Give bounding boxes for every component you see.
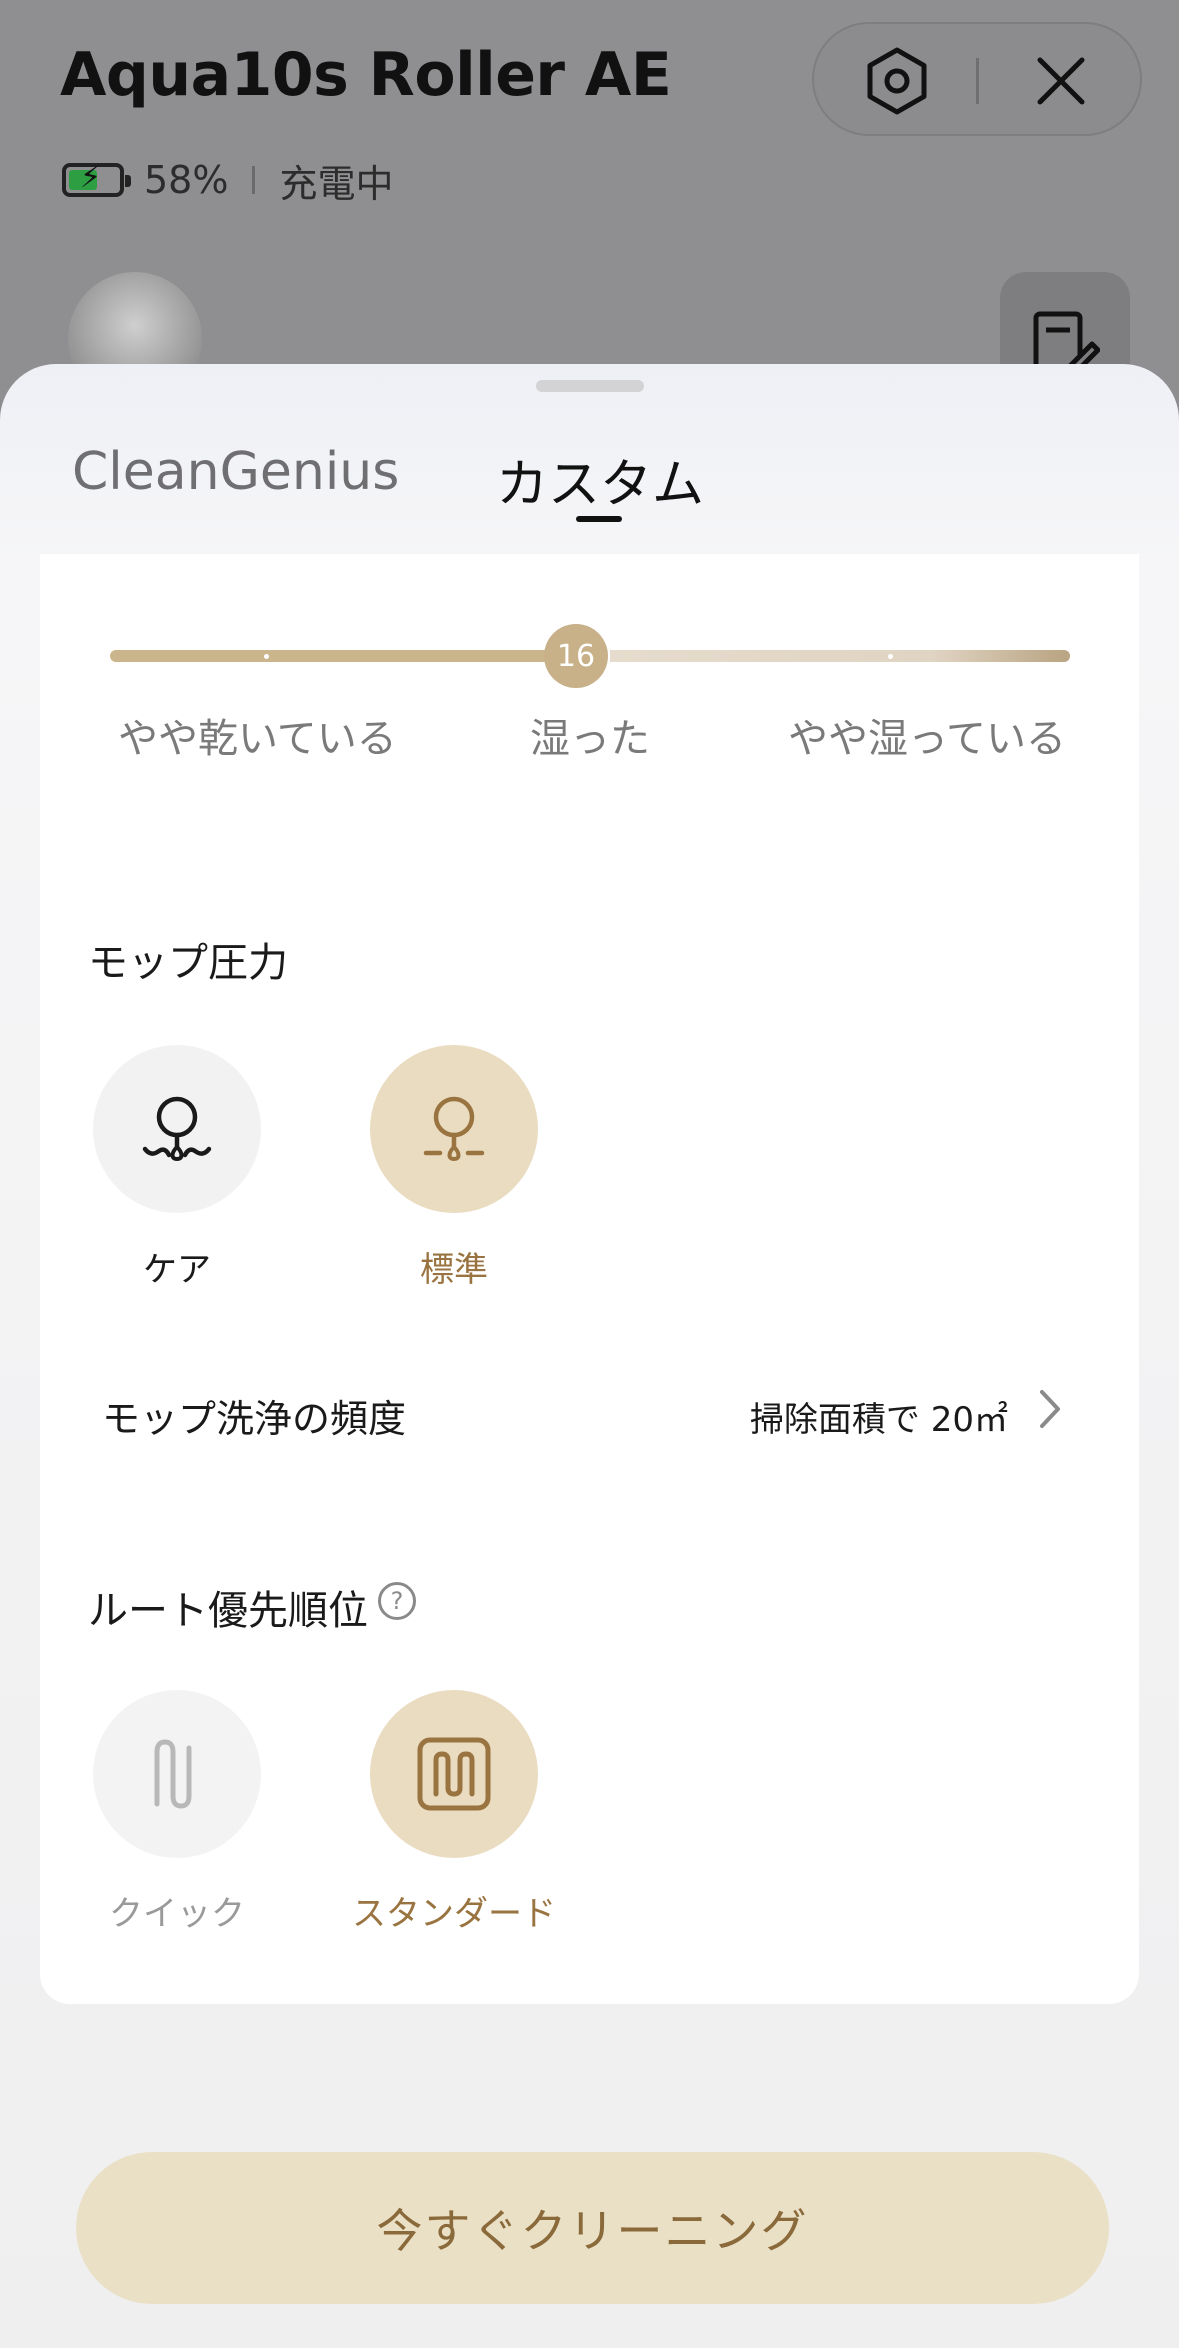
mop-wash-frequency-value: 掃除面積で 20㎡ <box>749 1400 1008 1440</box>
slider-track-remaining <box>610 650 1070 662</box>
device-title: Aqua10s Roller AE <box>60 40 672 110</box>
settings-icon[interactable] <box>862 46 932 116</box>
mop-pressure-title: モップ圧力 <box>88 940 288 986</box>
active-tab-indicator <box>576 516 622 522</box>
charging-status: 充電中 <box>279 161 394 206</box>
divider <box>252 166 256 194</box>
route-option-standard[interactable] <box>370 1690 538 1858</box>
mop-wash-frequency-label: モップ洗浄の頻度 <box>102 1397 407 1441</box>
quick-route-icon <box>154 1739 192 1809</box>
standard-route-icon <box>417 1737 491 1811</box>
battery-status-row: ⚡ 58% 充電中 <box>62 150 393 210</box>
mop-wash-frequency-row[interactable]: モップ洗浄の頻度 掃除面積で 20㎡ <box>102 1380 1078 1441</box>
pressure-option-standard-label: 標準 <box>420 1250 488 1290</box>
battery-percent: 58% <box>144 158 229 202</box>
battery-icon: ⚡ <box>62 160 131 197</box>
moisture-label-wet: 湿った <box>530 716 650 762</box>
slider-tick <box>888 654 893 659</box>
tab-cleangenius[interactable]: CleanGenius <box>72 442 399 502</box>
top-actions-pill <box>812 22 1142 136</box>
chevron-right-icon <box>1040 1390 1060 1428</box>
standard-pressure-icon <box>423 1096 485 1162</box>
charging-bolt-icon: ⚡ <box>80 160 102 195</box>
route-option-quick-label: クイック <box>109 1894 245 1934</box>
slider-tick <box>264 654 269 659</box>
pressure-option-care-label: ケア <box>143 1250 211 1290</box>
care-pressure-icon <box>142 1096 212 1162</box>
tab-custom[interactable]: カスタム <box>496 442 704 517</box>
moisture-label-slightly-dry: やや乾いている <box>118 716 397 762</box>
pressure-option-care[interactable] <box>93 1045 261 1213</box>
route-option-quick[interactable] <box>93 1690 261 1858</box>
slider-knob[interactable]: 16 <box>544 624 608 688</box>
close-icon[interactable] <box>1026 46 1096 116</box>
pressure-option-standard[interactable] <box>370 1045 538 1213</box>
route-option-standard-label: スタンダード <box>352 1894 556 1934</box>
route-priority-title: ルート優先順位 <box>88 1588 368 1634</box>
moisture-label-slightly-wet: やや湿っている <box>788 716 1066 762</box>
sheet-drag-handle[interactable] <box>536 380 644 392</box>
help-icon[interactable]: ? <box>378 1582 416 1620</box>
divider <box>976 58 979 104</box>
clean-now-button[interactable]: 今すぐクリーニング <box>76 2152 1109 2304</box>
slider-track-filled <box>110 650 550 662</box>
background-header: Aqua10s Roller AE ⚡ 58% 充電中 <box>0 0 1179 406</box>
